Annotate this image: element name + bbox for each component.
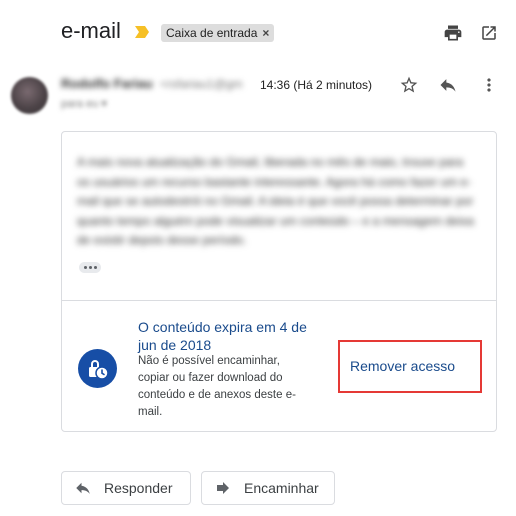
card-divider [62, 300, 496, 301]
ellipsis-icon [83, 266, 87, 269]
expiration-title: O conteúdo expira em 4 de jun de 2018 [138, 319, 307, 353]
forward-button[interactable]: Encaminhar [201, 471, 335, 505]
message-timestamp: 14:36 (Há 2 minutos) [260, 78, 373, 92]
recipient-details-toggle[interactable]: para eu ▾ [61, 97, 107, 110]
reply-button[interactable]: Responder [61, 471, 191, 505]
open-in-new-window-icon[interactable] [478, 22, 500, 44]
forward-arrow-icon [217, 482, 229, 494]
star-icon[interactable] [398, 74, 420, 96]
message-body: A mais nova atualização do Gmail, libera… [77, 155, 474, 247]
sender-email: <rsfariau1@gm [160, 77, 243, 91]
importance-marker-icon[interactable] [135, 26, 149, 38]
more-vert-icon[interactable] [478, 74, 500, 96]
sender-name: Rodolfo Fariau [61, 76, 153, 91]
reply-arrow-icon [76, 482, 90, 494]
show-trimmed-content-button[interactable] [79, 262, 101, 273]
remove-label-icon[interactable]: × [262, 24, 269, 42]
reply-button-label: Responder [104, 480, 173, 496]
forward-button-label: Encaminhar [244, 480, 319, 496]
email-subject: e-mail [61, 18, 121, 43]
inbox-label-chip[interactable]: Caixa de entrada × [161, 24, 275, 42]
label-chip-text: Caixa de entrada [166, 26, 258, 40]
confidential-description: Não é possível encaminhar, copiar ou faz… [138, 355, 296, 418]
avatar[interactable] [11, 77, 48, 114]
lock-clock-icon [78, 349, 117, 388]
print-icon[interactable] [442, 22, 464, 44]
reply-icon[interactable] [437, 74, 459, 96]
remove-access-button[interactable]: Remover acesso [350, 358, 455, 374]
